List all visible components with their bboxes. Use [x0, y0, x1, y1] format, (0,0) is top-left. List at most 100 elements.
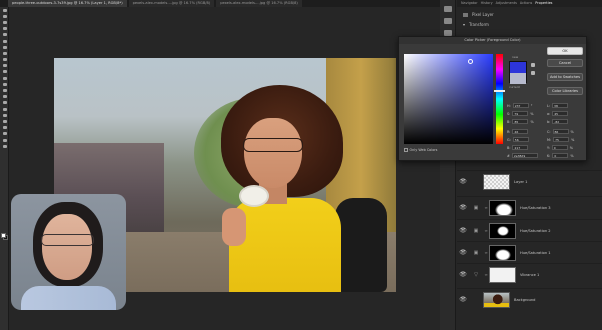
document-tab-2[interactable]: pexels-alex-models-…jpg @ 16.7% (RGB/8): [128, 0, 215, 7]
lab-b-label: b:: [547, 119, 551, 124]
blue-input[interactable]: 217: [512, 145, 529, 150]
layer-name: Background: [514, 297, 536, 302]
presenter-shirt: [21, 286, 116, 310]
layer-row[interactable]: 👁 ▣ ∞ Hue/Saturation 3: [457, 196, 602, 218]
tools-toolbar: [0, 7, 9, 330]
visibility-eye-icon[interactable]: 👁: [457, 204, 469, 211]
panel-tabs: Navigator History Adjustments Actions Pr…: [457, 0, 602, 7]
photo-shirt: [229, 198, 341, 292]
web-safe-cube-icon[interactable]: [531, 71, 535, 75]
add-to-swatches-button[interactable]: Add to Swatches: [547, 73, 583, 81]
black-input[interactable]: 0: [552, 153, 569, 158]
visibility-eye-icon[interactable]: 👁: [457, 296, 469, 303]
blue-value-row: B: 217: [507, 145, 529, 150]
yellow-input[interactable]: 0: [551, 145, 568, 150]
green-value-row: G: 56: [507, 137, 529, 142]
layer-row[interactable]: 👁 ▣ ∞ Hue/Saturation 1: [457, 241, 602, 263]
ok-button[interactable]: OK: [547, 47, 583, 55]
magenta-value-row: M: 75 %: [547, 137, 574, 142]
layer-row[interactable]: 👁 ▣ ∞ Hue/Saturation 2: [457, 219, 602, 241]
cyan-value-row: C: 86 %: [547, 129, 574, 134]
color-field[interactable]: [404, 54, 493, 144]
layer-name: Vibrance 1: [520, 272, 540, 277]
tab-navigator[interactable]: Navigator: [461, 0, 478, 7]
cyan-label: C:: [547, 129, 551, 134]
only-web-colors-checkbox[interactable]: [404, 148, 408, 152]
color-field-cursor[interactable]: [468, 59, 473, 64]
brightness-input[interactable]: 85: [512, 119, 529, 124]
tab-adjustments[interactable]: Adjustments: [496, 0, 517, 7]
panel-history-icon[interactable]: [443, 6, 452, 12]
visibility-eye-icon[interactable]: 👁: [457, 227, 469, 234]
red-label: R:: [507, 129, 511, 134]
properties-pixel-layer: Pixel Layer: [463, 12, 494, 17]
vibrance-layer-icon: ▽: [474, 271, 478, 278]
lab-a-input[interactable]: 45: [552, 111, 569, 116]
new-current-preview: [509, 61, 527, 84]
photo-headphones: [239, 185, 269, 207]
photo-face: [244, 118, 302, 188]
lab-l-value-row: L: 38: [547, 103, 569, 108]
document-tab-1[interactable]: people-three-outdoors-3-7s39.jpg @ 16.7%…: [8, 0, 127, 7]
tab-history[interactable]: History: [481, 0, 493, 7]
pixel-layer-label: Pixel Layer: [472, 12, 494, 17]
layer-row[interactable]: 👁 Layer 1: [457, 170, 602, 192]
layer-row[interactable]: 👁 ▽ ∞ Vibrance 1: [457, 263, 602, 285]
hue-slider-handle[interactable]: [494, 90, 505, 92]
lab-a-value-row: a: 45: [547, 111, 569, 116]
black-label: K:: [547, 153, 551, 158]
hue-label: H:: [507, 103, 511, 108]
hex-input[interactable]: 2e38d9: [511, 153, 538, 158]
photo-glasses: [243, 138, 303, 152]
more-tools-icon[interactable]: [0, 143, 9, 149]
photo-backpack: [335, 198, 387, 292]
lab-a-label: a:: [547, 111, 551, 116]
green-input[interactable]: 56: [512, 137, 529, 142]
layer-mask-thumbnail: [489, 199, 516, 216]
cyan-input[interactable]: 86: [552, 129, 569, 134]
visibility-eye-icon[interactable]: 👁: [457, 249, 469, 256]
magenta-input[interactable]: 75: [553, 137, 570, 142]
adjustment-layer-icon: ▣: [473, 204, 479, 211]
color-libraries-button[interactable]: Color Libraries: [547, 87, 583, 95]
document-tab-3[interactable]: pexels-alex-models-…jpg @ 16.7% (RGB/8): [216, 0, 302, 7]
layer-name: Hue/Saturation 2: [520, 228, 551, 233]
hue-input[interactable]: 237: [512, 103, 529, 108]
only-web-colors-option[interactable]: Only Web Colors: [404, 148, 437, 152]
photo-hand: [222, 208, 246, 246]
lab-b-value-row: b: -82: [547, 119, 569, 124]
saturation-label: S:: [507, 111, 511, 116]
tab-properties[interactable]: Properties: [535, 0, 552, 7]
out-of-gamut-warning-icon[interactable]: [531, 63, 535, 67]
panel-adjustments-icon[interactable]: [443, 18, 452, 24]
layer-mask-thumbnail: [489, 222, 516, 239]
black-value-row: K: 0 %: [547, 153, 574, 158]
cyan-unit: %: [570, 129, 574, 134]
layer-row[interactable]: 👁 Background: [457, 288, 602, 310]
layer-name: Layer 1: [514, 179, 528, 184]
layer-mask-thumbnail: [489, 266, 516, 283]
properties-transform[interactable]: ▾ Transform: [463, 22, 489, 27]
lab-l-label: L:: [547, 103, 551, 108]
cancel-button[interactable]: Cancel: [547, 59, 583, 67]
new-color-swatch: [510, 62, 526, 73]
saturation-input[interactable]: 79: [512, 111, 529, 116]
lab-b-input[interactable]: -82: [552, 119, 569, 124]
visibility-eye-icon[interactable]: 👁: [457, 271, 469, 278]
current-color-swatch[interactable]: [510, 73, 526, 84]
magenta-unit: %: [571, 137, 575, 142]
hex-label: #: [507, 153, 510, 158]
lab-l-input[interactable]: 38: [552, 103, 569, 108]
tab-actions[interactable]: Actions: [520, 0, 532, 7]
hue-slider[interactable]: [494, 54, 505, 144]
adjustment-layer-icon: ▣: [473, 249, 479, 256]
foreground-color-swatch[interactable]: [1, 233, 6, 238]
pixel-layer-icon: [463, 12, 468, 17]
current-color-label: current: [509, 85, 520, 89]
chevron-down-icon: ▾: [463, 22, 466, 27]
yellow-label: Y:: [547, 145, 550, 150]
only-web-colors-label: Only Web Colors: [409, 148, 438, 152]
yellow-value-row: Y: 0 %: [547, 145, 573, 150]
red-input[interactable]: 46: [512, 129, 529, 134]
visibility-eye-icon[interactable]: 👁: [457, 178, 469, 185]
